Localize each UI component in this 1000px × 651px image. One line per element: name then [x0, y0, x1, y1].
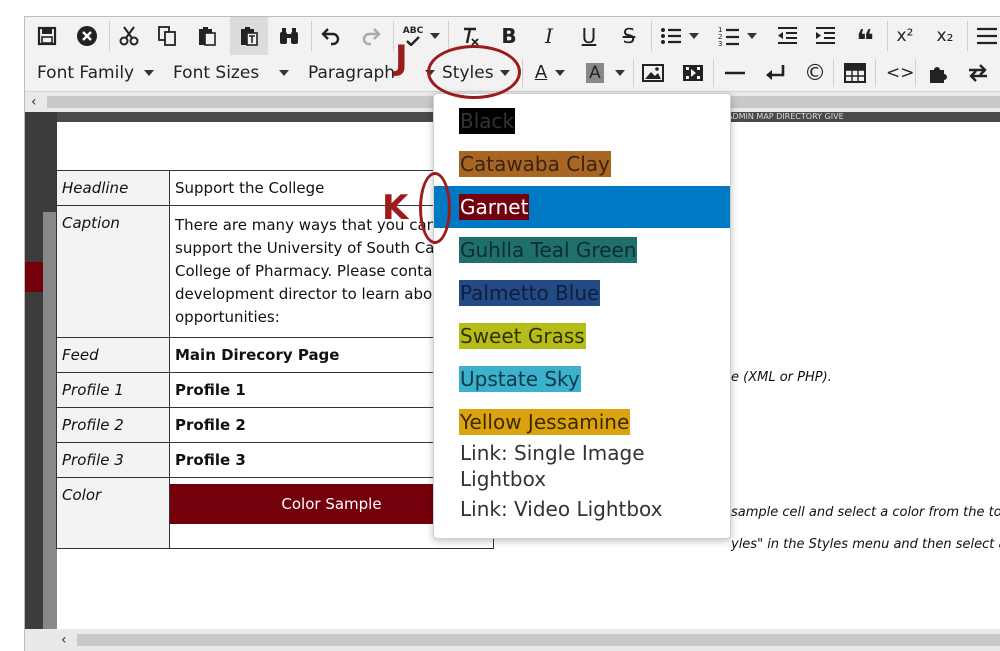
plugin-puzzle-icon[interactable] [926, 55, 948, 91]
menu-item-label: Catawaba Clay [459, 151, 611, 177]
menu-item-label: Garnet [459, 194, 530, 220]
cut-icon[interactable] [115, 17, 143, 55]
styles-menu-item-catawaba-clay[interactable]: Catawaba Clay [434, 143, 730, 185]
numbered-list-icon[interactable]: 123 [715, 17, 743, 55]
text-color-icon[interactable]: A [529, 55, 553, 91]
font-family-dropdown[interactable]: Font Family [37, 55, 155, 91]
save-icon[interactable] [33, 17, 61, 55]
annotation-ellipse-j [427, 45, 521, 99]
styles-menu: Black Catawaba Clay Garnet Guhlla Teal G… [433, 93, 731, 539]
color-note-line-2: yles" in the Styles menu and then select… [731, 537, 1000, 552]
row-label: Headline [56, 170, 170, 206]
toolbar-separator [875, 59, 876, 87]
row-label: Caption [56, 205, 170, 338]
menu-item-label: Upstate Sky [459, 366, 581, 392]
superscript-icon[interactable]: x² [891, 17, 919, 55]
font-sizes-dropdown[interactable]: Font Sizes [173, 55, 290, 91]
menu-item-label: Black [459, 108, 516, 134]
toolbar-separator [448, 21, 449, 51]
toolbar-separator [651, 21, 652, 51]
styles-menu-item-black[interactable]: Black [434, 100, 730, 142]
blockquote-icon[interactable]: ❝ [851, 17, 879, 59]
background-color-dropdown-caret[interactable] [615, 55, 625, 91]
menu-item-label: Yellow Jessamine [459, 409, 631, 435]
subscript-icon[interactable]: x₂ [931, 17, 959, 55]
table-row: Profile 1 Profile 1 [56, 372, 494, 408]
row-label: Profile 1 [56, 372, 170, 408]
menu-item-label: Link: Video Lightbox [460, 497, 663, 521]
bottom-scrollbar[interactable]: ‹ [25, 629, 1000, 651]
bullet-list-icon[interactable] [657, 17, 685, 55]
menu-item-label: Sweet Grass [459, 323, 586, 349]
text-color-dropdown-caret[interactable] [555, 55, 565, 91]
toolbar-separator [915, 59, 916, 87]
table-row: Color Color Sample [56, 477, 494, 549]
redo-icon[interactable] [357, 17, 385, 55]
toolbar-separator [633, 59, 634, 87]
toolbar-separator [887, 21, 888, 51]
bullet-list-dropdown-caret[interactable] [687, 17, 701, 55]
special-character-icon[interactable]: © [804, 55, 826, 91]
page-left-background [25, 112, 57, 642]
toolbar-separator [713, 59, 714, 87]
paragraph-dropdown[interactable]: Paragraph [308, 55, 436, 91]
color-note-line-1: sample cell and select a color from the … [731, 505, 1000, 520]
horizontal-rule-icon[interactable] [724, 55, 746, 91]
row-label: Profile 2 [56, 407, 170, 443]
toolbar-separator [833, 59, 834, 87]
line-break-icon[interactable] [764, 55, 786, 91]
table-row: Profile 3 Profile 3 [56, 442, 494, 478]
row-label: Color [56, 477, 170, 549]
numbered-list-dropdown-caret[interactable] [745, 17, 759, 55]
row-label: Profile 3 [56, 442, 170, 478]
indent-icon[interactable] [811, 17, 839, 55]
annotation-label-k: K [382, 188, 409, 228]
menu-item-label: Palmetto Blue [459, 280, 601, 306]
toolbar-row-1: ABC B I U S 123 ❝ x² x₂ [25, 17, 1000, 59]
italic-icon[interactable]: I [535, 17, 563, 55]
source-code-icon[interactable]: <> [886, 55, 915, 91]
styles-menu-item-guhlla-teal-green[interactable]: Guhlla Teal Green [434, 229, 730, 271]
media-icon[interactable] [682, 55, 704, 91]
table-row: Feed Main Direcory Page [56, 337, 494, 373]
menu-item-label: Link: Single Image Lightbox [460, 441, 645, 491]
styles-menu-item-upstate-sky[interactable]: Upstate Sky [434, 358, 730, 400]
table-row: Profile 2 Profile 2 [56, 407, 494, 443]
strikethrough-icon[interactable]: S [615, 17, 643, 55]
toolbar-separator [522, 59, 523, 87]
toolbar-separator [393, 21, 394, 51]
close-circle-icon[interactable] [73, 17, 101, 55]
styles-menu-item-single-image-lightbox[interactable]: Link: Single Image Lightbox [434, 441, 730, 491]
paste-as-text-icon[interactable] [230, 17, 268, 55]
scrollbar-thumb[interactable] [77, 634, 1000, 646]
underline-icon[interactable]: U [575, 17, 603, 55]
styles-menu-item-yellow-jessamine[interactable]: Yellow Jessamine [434, 401, 730, 443]
toolbar-separator [967, 21, 968, 51]
styles-menu-item-palmetto-blue[interactable]: Palmetto Blue [434, 272, 730, 314]
background-color-icon[interactable]: A [583, 55, 607, 91]
image-icon[interactable] [642, 55, 664, 91]
feed-note: e (XML or PHP). [731, 370, 832, 385]
swap-arrows-icon[interactable] [966, 55, 990, 91]
find-binoculars-icon[interactable] [275, 17, 303, 55]
toolbar-separator [311, 21, 312, 51]
spellcheck-dropdown-caret[interactable] [428, 17, 442, 55]
align-icon[interactable] [973, 17, 1000, 55]
annotation-ellipse-k [419, 172, 451, 244]
paste-icon[interactable] [193, 17, 221, 55]
outdent-icon[interactable] [773, 17, 801, 55]
styles-menu-item-garnet[interactable]: Garnet [434, 186, 730, 228]
scroll-left-arrow-icon[interactable]: ‹ [31, 92, 37, 112]
table-icon[interactable] [844, 55, 866, 91]
row-label: Feed [56, 337, 170, 373]
copy-icon[interactable] [153, 17, 181, 55]
menu-item-label: Guhlla Teal Green [459, 237, 638, 263]
annotation-label-j: J [395, 38, 408, 78]
toolbar-separator [109, 21, 110, 51]
undo-icon[interactable] [317, 17, 345, 55]
styles-menu-item-video-lightbox[interactable]: Link: Video Lightbox [434, 488, 730, 530]
svg-text:3: 3 [718, 40, 722, 47]
styles-menu-item-sweet-grass[interactable]: Sweet Grass [434, 315, 730, 357]
scroll-left-arrow-icon[interactable]: ‹ [61, 629, 67, 651]
